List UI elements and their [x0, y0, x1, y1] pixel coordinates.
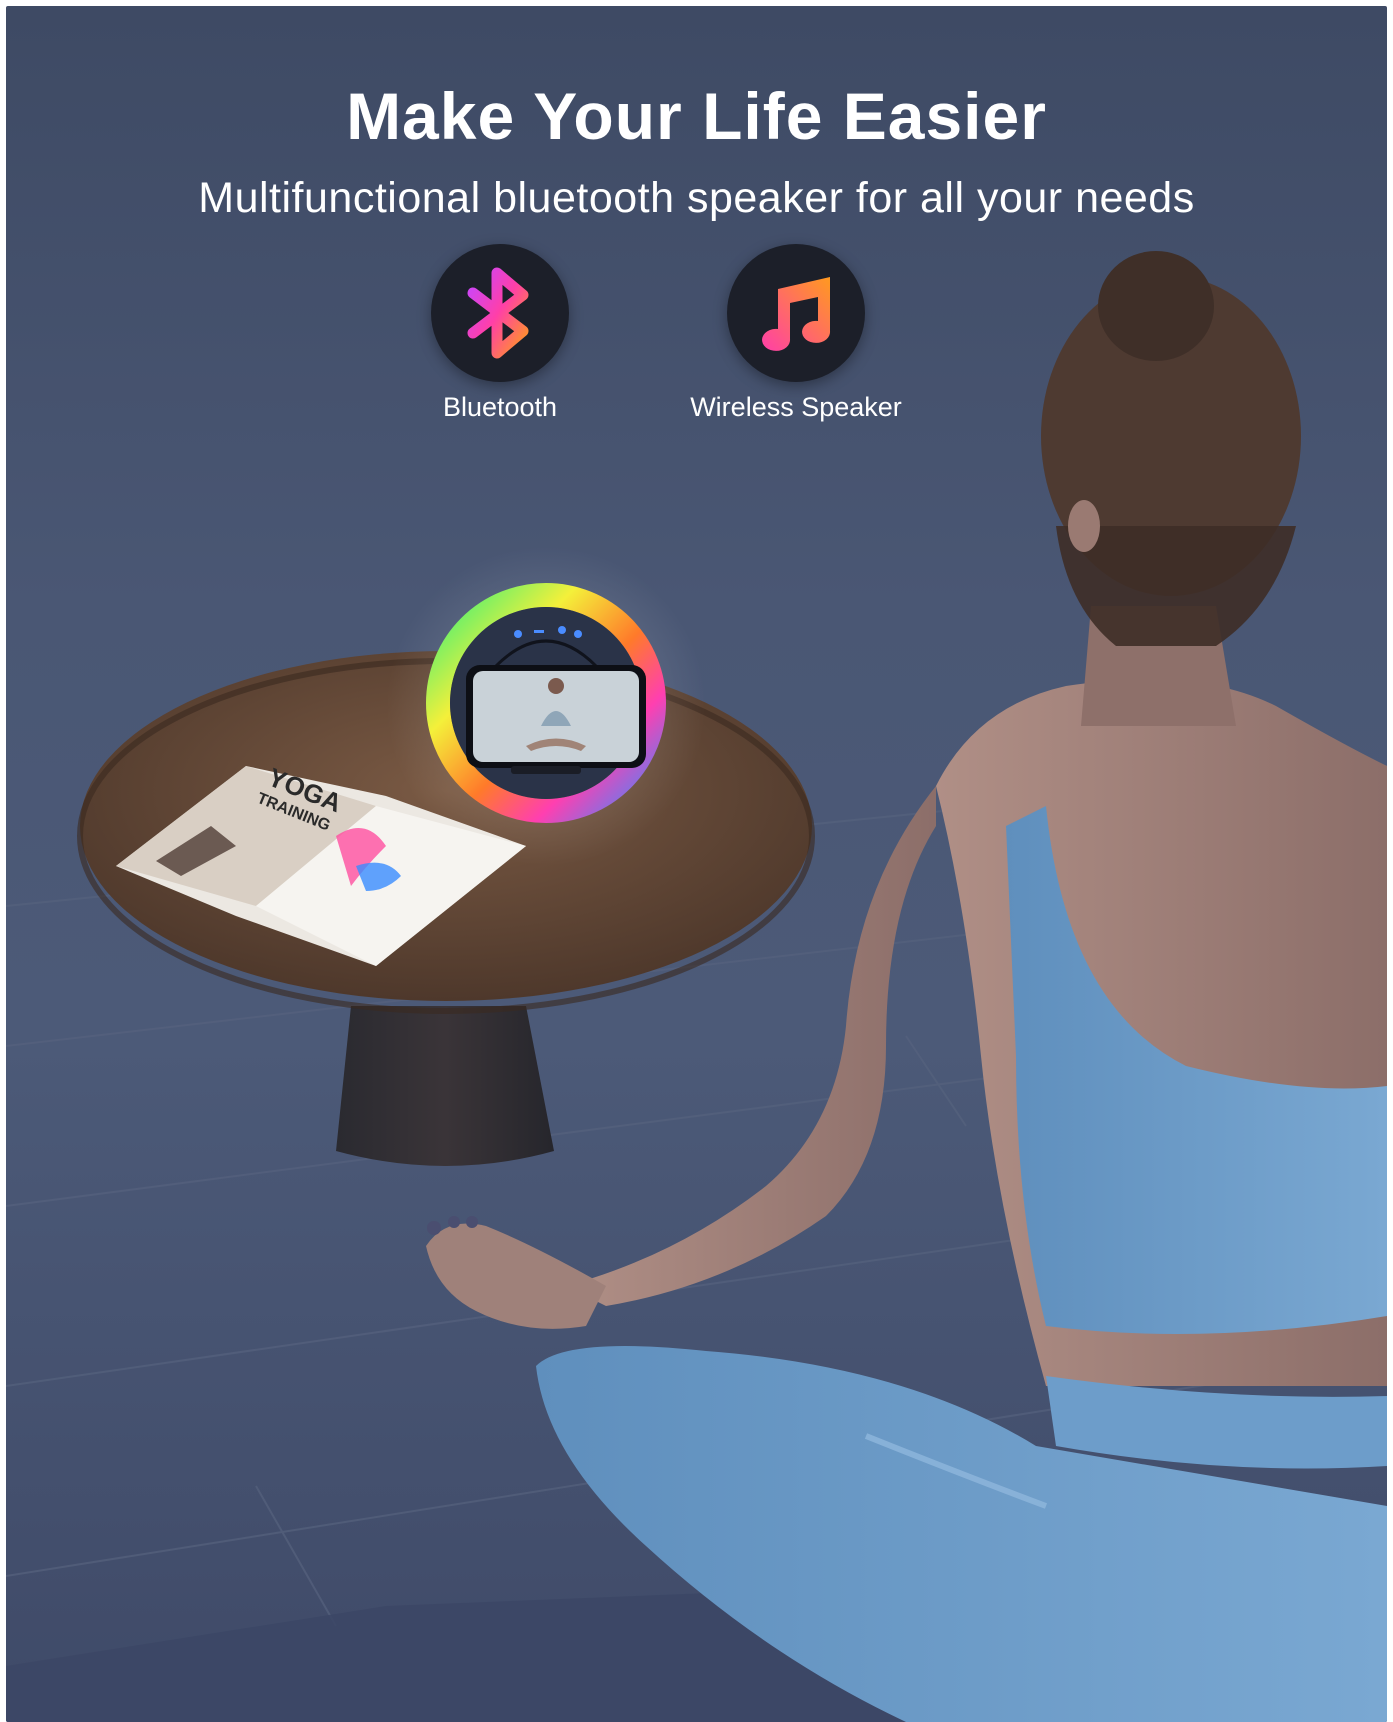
bluetooth-badge [431, 244, 569, 382]
feature-bluetooth: Bluetooth [330, 244, 670, 423]
speaker-badge [727, 244, 865, 382]
subheadline: Multifunctional bluetooth speaker for al… [198, 174, 1195, 222]
music-note-icon [762, 277, 831, 351]
bluetooth-icon [467, 267, 529, 359]
rgb-ring-speaker [386, 546, 706, 866]
headline: Make Your Life Easier [346, 79, 1047, 153]
product-banner: YOGA TRAINING Make Your Life Easier Mult… [6, 6, 1387, 1722]
feature-wireless-speaker: Wireless Speaker [626, 244, 966, 423]
feature-label: Bluetooth [442, 392, 558, 422]
feature-label: Wireless Speaker [690, 392, 902, 422]
